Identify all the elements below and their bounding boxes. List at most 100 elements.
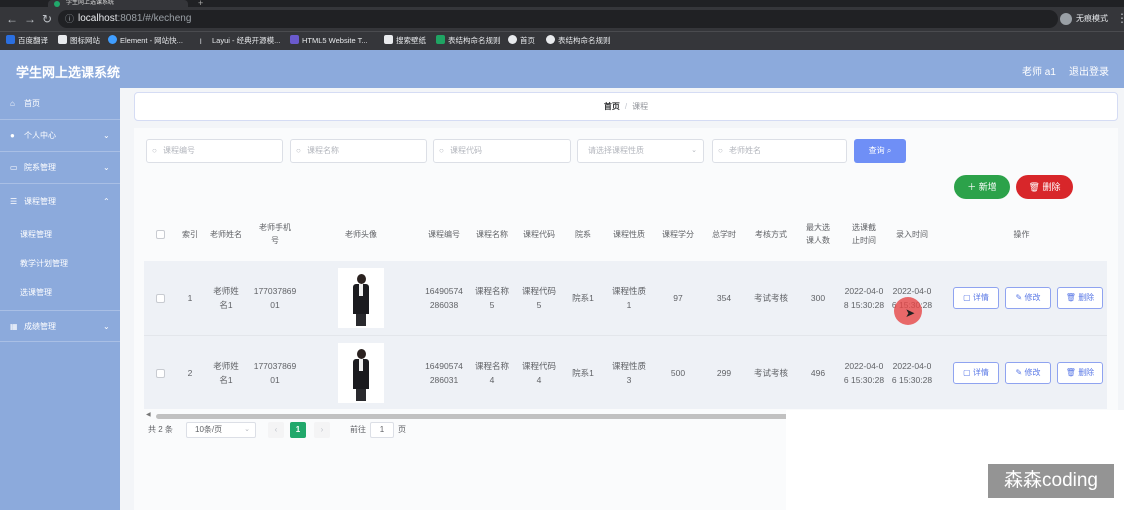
cell-hours: 354 bbox=[716, 293, 732, 303]
bookmark-item[interactable]: 搜索壁纸 bbox=[384, 32, 426, 50]
column-header: 课程名称 bbox=[476, 229, 508, 239]
page-number-current[interactable]: 1 bbox=[290, 422, 306, 438]
url-field[interactable]: ⓘ localhost:8081/#/kecheng ☆ bbox=[58, 10, 1070, 28]
bookmark-label: Layui - 经典开源模... bbox=[212, 36, 281, 45]
chevron-down-icon: ⌄ bbox=[103, 322, 110, 331]
bookmark-item[interactable]: 首页 bbox=[508, 32, 535, 50]
scroll-left-icon[interactable]: ◀ bbox=[146, 411, 151, 418]
bookmark-label: 搜索壁纸 bbox=[396, 36, 426, 45]
goto-label: 前往 bbox=[350, 425, 366, 434]
row-delete-button[interactable]: 🗑 删除 bbox=[1057, 362, 1103, 384]
edit-button[interactable]: ✎ 修改 bbox=[1005, 362, 1051, 384]
page-size-select[interactable]: 10条/页 ⌄ bbox=[186, 422, 256, 438]
header-select-all[interactable] bbox=[144, 210, 176, 258]
photo-legs bbox=[356, 314, 366, 326]
prev-page-icon[interactable]: ‹ bbox=[268, 422, 284, 438]
cell-phone: 17703786901 bbox=[253, 361, 297, 385]
placeholder: 课程编号 bbox=[163, 146, 195, 155]
bookmark-item[interactable]: HTML5 Website T... bbox=[290, 32, 368, 50]
row-select[interactable] bbox=[144, 336, 176, 410]
edit-label: 修改 bbox=[1024, 368, 1041, 377]
detail-button[interactable]: ▢ 详情 bbox=[953, 362, 999, 384]
table-row: 1 老师姓名1 17703786901 16490574286038 课程名称5… bbox=[144, 261, 1107, 335]
course-code-input[interactable]: ○ 课程代码 bbox=[433, 139, 571, 163]
user-icon: ● bbox=[10, 131, 15, 140]
bookmark-item[interactable]: 表结构命名规则 bbox=[546, 32, 611, 50]
column-header: 课程性质 bbox=[613, 229, 645, 239]
course-name-input[interactable]: ○ 课程名称 bbox=[290, 139, 427, 163]
cell-dept: 院系1 bbox=[572, 368, 594, 378]
table-row: 2 老师姓名1 17703786901 16490574286031 课程名称4… bbox=[144, 335, 1107, 409]
breadcrumb-home[interactable]: 首页 bbox=[604, 102, 620, 111]
column-header: 课程编号 bbox=[428, 229, 460, 239]
sidebar-sub-course-selection[interactable]: 选课管理 bbox=[0, 279, 120, 307]
teacher-photo bbox=[338, 268, 384, 328]
next-page-icon[interactable]: › bbox=[314, 422, 330, 438]
detail-label: 详情 bbox=[972, 368, 989, 377]
search-icon: ⌕ bbox=[886, 146, 892, 155]
checkbox[interactable] bbox=[155, 229, 165, 239]
reload-icon[interactable]: ↻ bbox=[42, 12, 52, 26]
course-no-input[interactable]: ○ 课程编号 bbox=[146, 139, 283, 163]
add-button[interactable]: ＋ 新增 bbox=[954, 175, 1010, 199]
cell-course-code: 课程代码4 bbox=[521, 361, 556, 385]
info-icon[interactable]: ⓘ bbox=[65, 10, 74, 28]
checkbox[interactable] bbox=[155, 368, 165, 378]
column-header: 最大选课人数 bbox=[806, 223, 830, 245]
pagination-total: 共 2 条 bbox=[148, 425, 173, 434]
row-delete-button[interactable]: 🗑 删除 bbox=[1057, 287, 1103, 309]
cell-course-name: 课程名称5 bbox=[474, 286, 509, 310]
bookmark-item[interactable]: l Layui - 经典开源模... bbox=[200, 32, 280, 50]
sidebar-item-profile[interactable]: ● 个人中心 ⌄ bbox=[0, 120, 120, 152]
delete-button[interactable]: 🗑 删除 bbox=[1016, 175, 1073, 199]
course-nature-select[interactable]: 请选择课程性质 ⌄ bbox=[577, 139, 704, 163]
bookmark-item[interactable]: 表结构命名规则 bbox=[436, 32, 501, 50]
teacher-photo bbox=[338, 343, 384, 403]
bookmark-item[interactable]: Element - 网站快... bbox=[108, 32, 183, 50]
sidebar-item-label: 首页 bbox=[24, 99, 40, 108]
bookmark-label: 百度翻译 bbox=[18, 36, 48, 45]
edit-label: 修改 bbox=[1024, 293, 1041, 302]
breadcrumb-separator: / bbox=[624, 102, 628, 111]
current-user: 老师 a1 bbox=[1022, 67, 1056, 78]
trash-icon: 🗑 bbox=[1065, 293, 1076, 302]
sidebar-sub-course-manage[interactable]: 课程管理 bbox=[0, 221, 120, 249]
edit-button[interactable]: ✎ 修改 bbox=[1005, 287, 1051, 309]
breadcrumb-current: 课程 bbox=[632, 102, 649, 111]
bookmark-label: 图标网站 bbox=[70, 36, 100, 45]
browser-tab[interactable]: 学生网上选课系统 bbox=[48, 0, 188, 7]
browser-menu-icon[interactable]: ⋮ bbox=[1116, 11, 1124, 25]
browser-tabstrip: 学生网上选课系统 + bbox=[0, 0, 1124, 8]
sidebar-item-courses[interactable]: ☰ 课程管理 ⌃ bbox=[0, 186, 120, 218]
sidebar-item-label: 成绩管理 bbox=[24, 322, 56, 331]
cell-index: 2 bbox=[187, 368, 193, 378]
column-header: 课程学分 bbox=[662, 229, 694, 239]
cell-course-name: 课程名称4 bbox=[474, 361, 509, 385]
incognito-profile[interactable]: 无痕模式 bbox=[1060, 11, 1108, 27]
sidebar-sub-teaching-plan[interactable]: 教学计划管理 bbox=[0, 250, 120, 278]
row-select[interactable] bbox=[144, 261, 176, 335]
cell-course-no: 16490574286031 bbox=[425, 361, 463, 385]
bookmark-item[interactable]: 图标网站 bbox=[58, 32, 100, 50]
cell-nature: 课程性质1 bbox=[611, 286, 646, 310]
cell-avatar bbox=[302, 261, 420, 335]
back-icon[interactable]: ← bbox=[6, 12, 18, 26]
detail-button[interactable]: ▢ 详情 bbox=[953, 287, 999, 309]
bookmark-icon bbox=[290, 35, 299, 44]
sidebar-item-departments[interactable]: ▭ 院系管理 ⌄ bbox=[0, 152, 120, 184]
cell-hours: 299 bbox=[716, 368, 732, 378]
edit-icon: ✎ bbox=[1015, 368, 1023, 377]
goto-page-input[interactable]: 1 bbox=[370, 422, 394, 438]
list-icon: ☰ bbox=[10, 197, 18, 206]
teacher-name-input[interactable]: ○ 老师姓名 bbox=[712, 139, 847, 163]
checkbox[interactable] bbox=[155, 293, 165, 303]
forward-icon[interactable]: → bbox=[24, 12, 36, 26]
sidebar-item-grades[interactable]: ▦ 成绩管理 ⌄ bbox=[0, 310, 120, 342]
query-button[interactable]: 查询 ⌕ bbox=[854, 139, 906, 163]
sidebar-item-home[interactable]: ⌂ 首页 bbox=[0, 88, 120, 120]
bookmark-item[interactable]: 百度翻译 bbox=[6, 32, 48, 50]
row-delete-label: 删除 bbox=[1078, 293, 1095, 302]
logout-link[interactable]: 退出登录 bbox=[1069, 63, 1109, 78]
url-path: :8081/#/kecheng bbox=[117, 13, 192, 24]
cell-avatar bbox=[302, 336, 420, 410]
